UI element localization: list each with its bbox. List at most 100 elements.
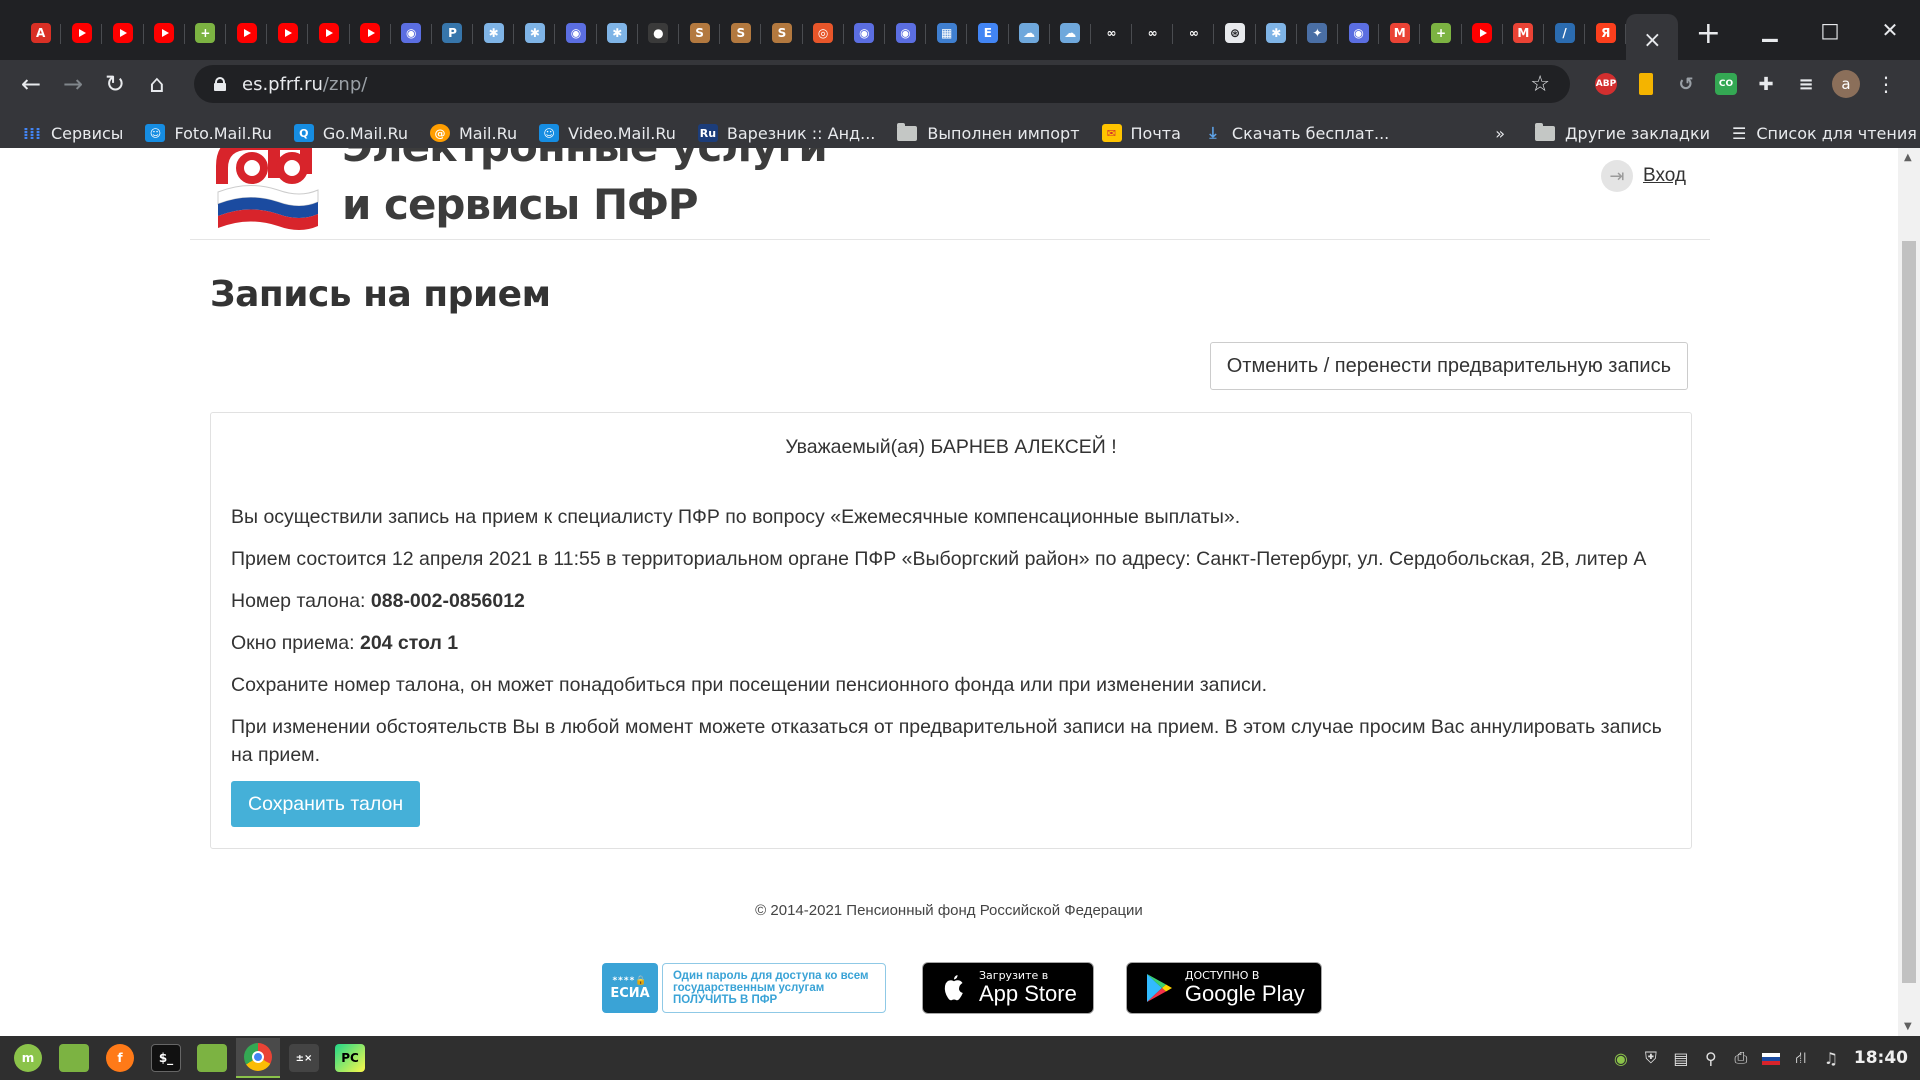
browser-tab[interactable]	[350, 9, 391, 57]
save-ticket-button[interactable]: Сохранить талон	[231, 781, 421, 827]
bookmark-item[interactable]: ☺ Foto.Mail.Ru	[145, 124, 272, 143]
browser-tab[interactable]: ☁	[1050, 9, 1092, 57]
browser-tab[interactable]: ✱	[597, 9, 639, 57]
esia-badge[interactable]: ****🔒 ЕСИА Один пароль для доступа ко вс…	[602, 963, 886, 1013]
bookmark-item[interactable]: ✉ Почта	[1101, 124, 1181, 143]
browser-tab[interactable]: S	[761, 9, 803, 57]
browser-tab[interactable]	[308, 9, 350, 57]
browser-tab[interactable]: Я	[1585, 9, 1627, 57]
reading-list[interactable]: ☰ Список для чтения	[1732, 124, 1917, 143]
new-tab-button[interactable]: +	[1684, 9, 1732, 57]
active-tab[interactable]: ×	[1626, 14, 1679, 66]
browser-tab[interactable]: ◉	[844, 9, 886, 57]
extensions-puzzle-icon[interactable]: ✚	[1746, 64, 1786, 104]
browser-tab[interactable]: ●	[638, 9, 680, 57]
browser-menu-icon[interactable]: ⋮	[1866, 64, 1906, 104]
browser-tab[interactable]: S	[720, 9, 762, 57]
browser-tab[interactable]: S	[679, 9, 721, 57]
browser-tab[interactable]: ▦	[926, 9, 968, 57]
bookmark-star-icon[interactable]: ☆	[1530, 72, 1550, 97]
lock-icon[interactable]	[214, 77, 226, 91]
browser-tab[interactable]: ✱	[1256, 9, 1298, 57]
google-play-badge[interactable]: ДОСТУПНО В Google Play	[1125, 962, 1322, 1014]
forward-icon[interactable]: →	[52, 63, 94, 105]
chrome-icon[interactable]	[236, 1038, 280, 1078]
bookmark-other[interactable]: Другие закладки	[1535, 122, 1710, 143]
bookmark-item[interactable]: ☺ Video.Mail.Ru	[539, 124, 676, 143]
calculator-icon[interactable]: ±×	[282, 1038, 326, 1078]
cancel-reschedule-button[interactable]: Отменить / перенести предварительную зап…	[1209, 342, 1688, 390]
browser-tab[interactable]: ◎	[803, 9, 844, 57]
folder-icon[interactable]	[190, 1038, 234, 1078]
scroll-up-icon[interactable]: ▲	[1904, 152, 1912, 163]
close-window-icon[interactable]: ✕	[1860, 18, 1920, 42]
sound-icon[interactable]: ♫	[1818, 1049, 1844, 1068]
browser-tab[interactable]	[226, 9, 268, 57]
terminal-icon[interactable]: $_	[144, 1038, 188, 1078]
browser-tab[interactable]: A	[20, 9, 62, 57]
adblock-icon[interactable]: ABP	[1586, 64, 1626, 104]
printer-icon[interactable]: ⎙	[1728, 1048, 1754, 1068]
keyboard-layout-flag-icon[interactable]	[1758, 1049, 1784, 1068]
shield-icon[interactable]: ⛨	[1638, 1048, 1664, 1068]
browser-tab[interactable]: /	[1544, 9, 1586, 57]
browser-tab[interactable]: ◉	[1338, 9, 1380, 57]
bookmark-item[interactable]: ⤓ Скачать бесплат...	[1203, 123, 1389, 143]
bookmark-flag-icon[interactable]	[1626, 64, 1666, 104]
browser-tab[interactable]: ✦	[1297, 9, 1339, 57]
browser-tab[interactable]: ∞	[1091, 9, 1133, 57]
browser-tab[interactable]: ∞	[1132, 9, 1174, 57]
login-link[interactable]: ⇥ Вход	[1601, 160, 1686, 192]
files-icon[interactable]	[52, 1038, 96, 1078]
profile-avatar[interactable]: a	[1826, 64, 1866, 104]
home-icon[interactable]: ⌂	[136, 63, 178, 105]
firefox-icon[interactable]: f	[98, 1038, 142, 1078]
browser-tab[interactable]: ☁	[1009, 9, 1050, 57]
browser-tab[interactable]: ◉	[885, 9, 927, 57]
sync-icon[interactable]: ↺	[1666, 64, 1706, 104]
page-scrollbar[interactable]: ▲ ▼	[1898, 148, 1920, 1036]
maximize-icon[interactable]: □	[1800, 18, 1860, 42]
mint-menu-icon[interactable]: m	[6, 1038, 50, 1078]
bookmarks-overflow-icon[interactable]: »	[1495, 124, 1505, 143]
google-play-icon	[1146, 974, 1172, 1002]
location-icon[interactable]: ⚲	[1698, 1049, 1724, 1068]
update-icon[interactable]: ◉	[1608, 1049, 1634, 1068]
browser-tab[interactable]: ✱	[473, 9, 515, 57]
browser-tab[interactable]: M	[1503, 9, 1545, 57]
bookmark-item[interactable]: ⁞⁞⁞ Сервисы	[22, 124, 124, 143]
scroll-down-icon[interactable]: ▼	[1904, 1021, 1912, 1032]
media-control-icon[interactable]: ≡	[1786, 64, 1826, 104]
browser-tab[interactable]	[144, 9, 185, 57]
browser-tab[interactable]	[1462, 9, 1503, 57]
reload-icon[interactable]: ↻	[94, 63, 136, 105]
browser-tab[interactable]: ∞	[1173, 9, 1215, 57]
browser-tab[interactable]	[267, 9, 309, 57]
close-tab-icon[interactable]: ×	[1643, 28, 1661, 53]
browser-tab[interactable]: E	[967, 9, 1009, 57]
browser-tab[interactable]: ◉	[391, 9, 433, 57]
browser-tab[interactable]: ⊛	[1214, 9, 1256, 57]
browser-tab[interactable]: +	[185, 9, 227, 57]
bookmark-item[interactable]: Выполнен импорт	[897, 122, 1080, 143]
network-icon[interactable]: ⛙	[1788, 1048, 1814, 1069]
pycharm-icon[interactable]: PC	[328, 1038, 372, 1078]
clipboard-icon[interactable]: ▤	[1668, 1049, 1694, 1068]
bookmark-item[interactable]: @ Mail.Ru	[429, 124, 517, 143]
bookmark-item[interactable]: Q Go.Mail.Ru	[293, 124, 408, 143]
browser-tab[interactable]	[102, 9, 144, 57]
bookmark-item[interactable]: Ru Варезник :: Анд...	[697, 124, 875, 143]
back-icon[interactable]: ←	[10, 63, 52, 105]
android-extension-icon[interactable]: CO	[1706, 64, 1746, 104]
scroll-thumb[interactable]	[1902, 241, 1916, 983]
browser-tab[interactable]: ✱	[514, 9, 556, 57]
document-icon: E	[977, 23, 998, 43]
browser-tab[interactable]	[61, 9, 103, 57]
browser-tab[interactable]: M	[1379, 9, 1421, 57]
minimize-icon[interactable]: ▁	[1740, 18, 1800, 42]
browser-tab[interactable]: ◉	[555, 9, 597, 57]
browser-tab[interactable]: P	[432, 9, 474, 57]
browser-tab[interactable]: +	[1420, 9, 1462, 57]
app-store-badge[interactable]: Загрузите в App Store	[922, 962, 1094, 1014]
address-bar[interactable]: es.pfrf.ru/znp/ ☆	[194, 65, 1570, 103]
